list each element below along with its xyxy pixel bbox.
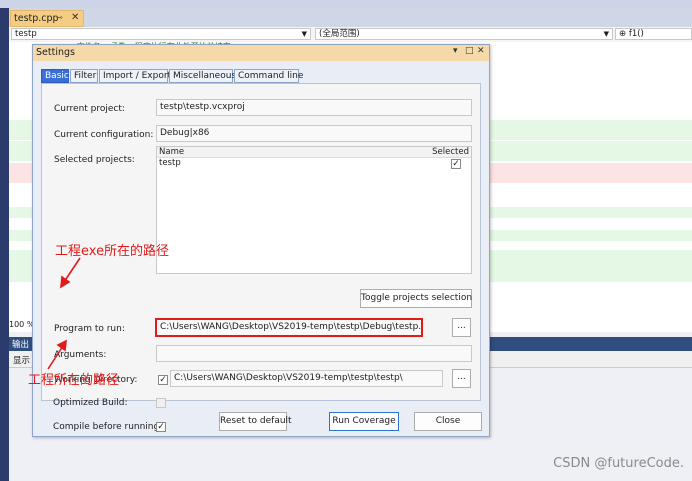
exe-arrow-head (60, 275, 71, 289)
annotation-arrows (47, 257, 81, 370)
dir-arrow-line (47, 345, 64, 370)
dir-arrow-head (56, 339, 67, 352)
watermark: CSDN @futureCode. (553, 456, 684, 471)
exe-arrow-line (63, 257, 81, 283)
